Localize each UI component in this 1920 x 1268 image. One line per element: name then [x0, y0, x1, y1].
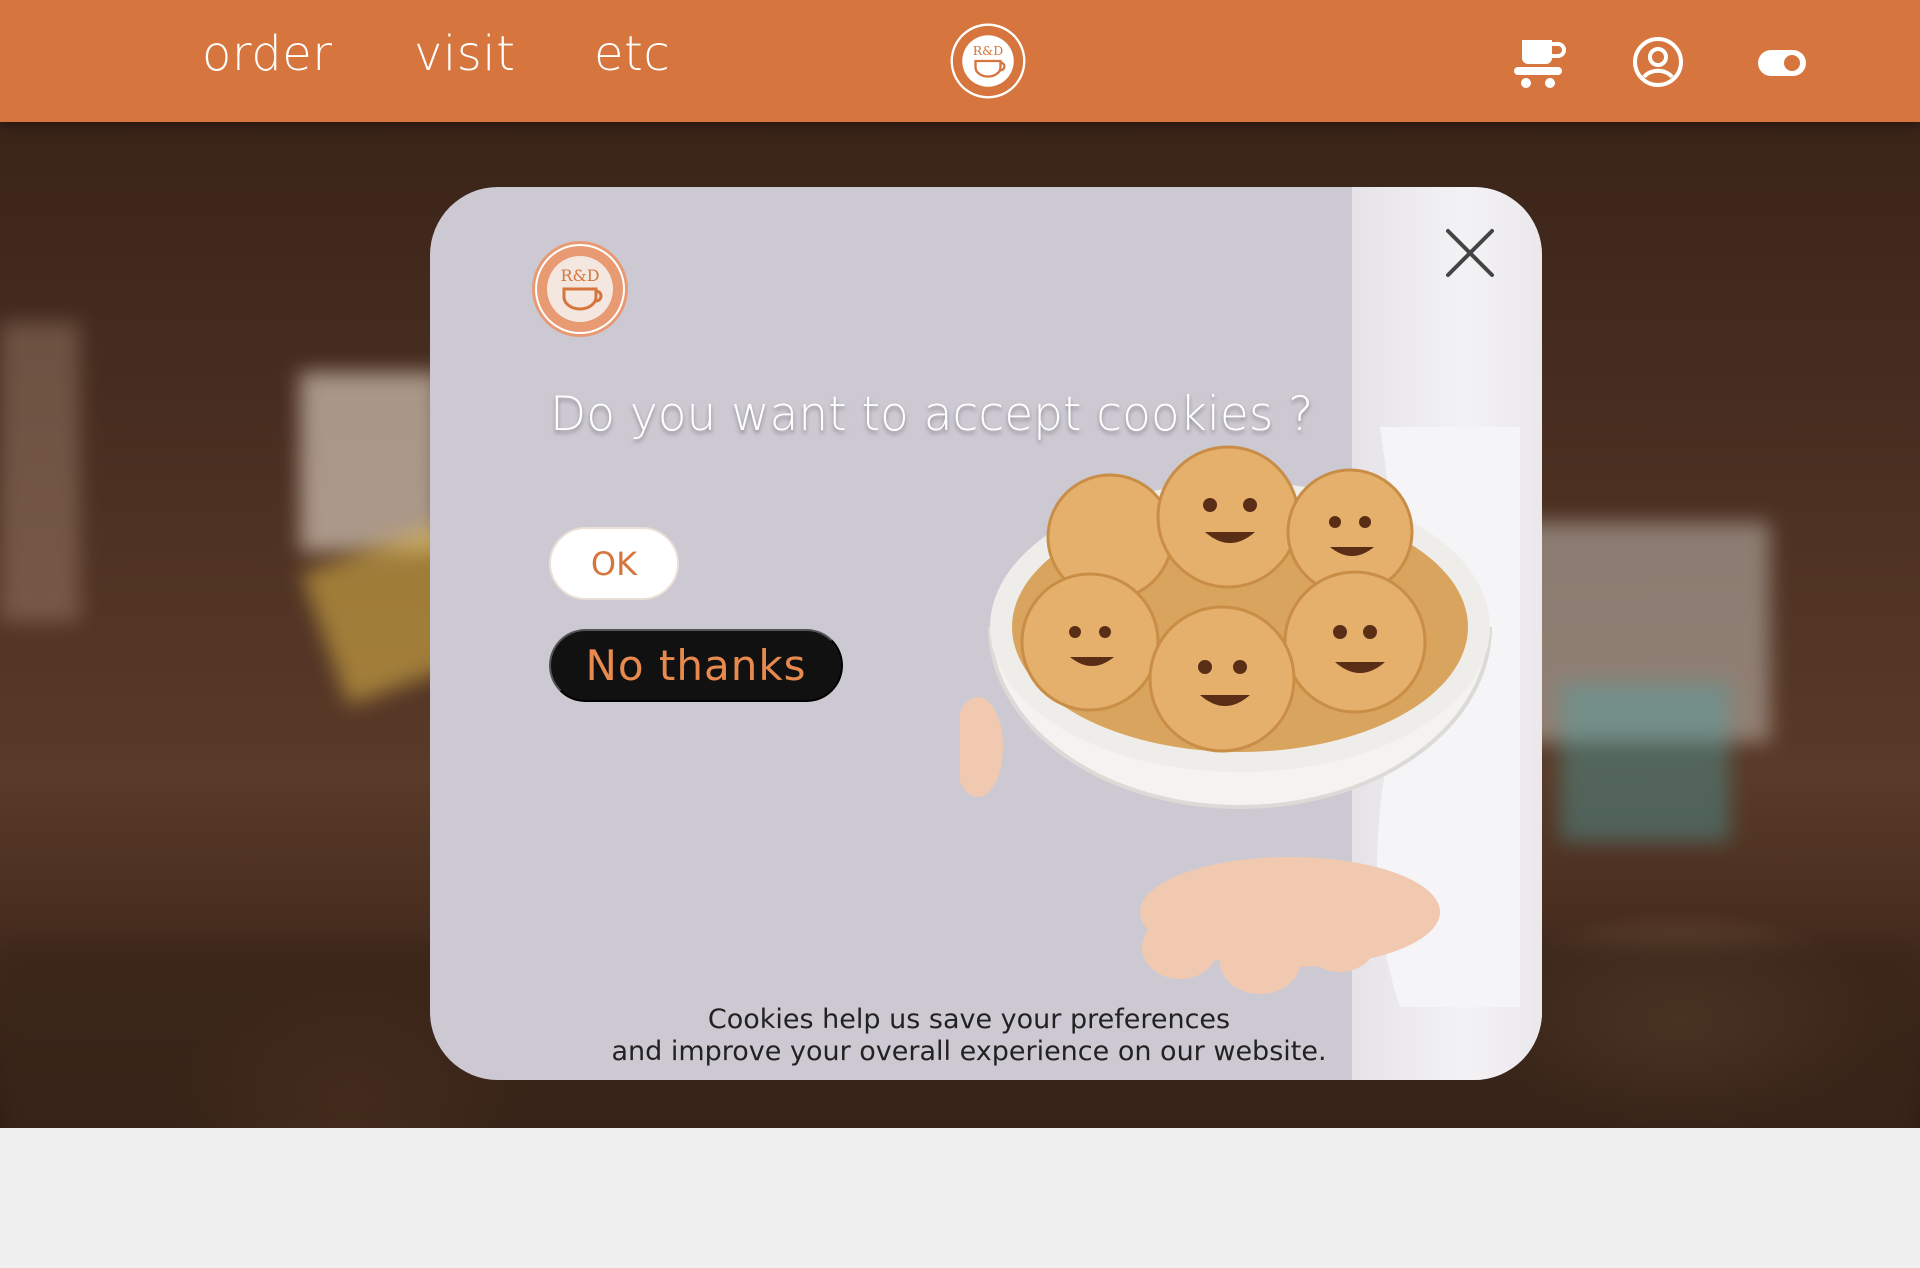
- theme-toggle-icon[interactable]: [1756, 44, 1808, 82]
- coffee-cart-icon[interactable]: [1510, 36, 1566, 90]
- brand-logo-icon: R&D: [532, 241, 628, 337]
- svg-text:R&D: R&D: [560, 266, 599, 285]
- footer-line-1: Cookies help us save your preferences: [707, 1004, 1231, 1035]
- svg-text:R&D: R&D: [973, 43, 1003, 58]
- nav-link-order[interactable]: order: [202, 26, 333, 82]
- footer-line-2: and improve your overall experience on o…: [611, 1036, 1327, 1067]
- nav-link-visit[interactable]: visit: [414, 26, 515, 82]
- hero-blur-shape: [300, 372, 440, 552]
- account-icon[interactable]: [1632, 36, 1684, 88]
- decline-cookies-button[interactable]: No thanks: [549, 629, 843, 702]
- nav-link-etc[interactable]: etc: [594, 26, 670, 82]
- accept-cookies-button[interactable]: OK: [549, 527, 679, 600]
- close-icon[interactable]: [1442, 225, 1498, 281]
- hero-blur-shape: [0, 322, 80, 622]
- hero-blur-shape: [1560, 682, 1730, 842]
- top-navbar: order visit etc R&D: [0, 0, 1920, 122]
- cookie-bowl-illustration: [960, 427, 1520, 1007]
- brand-logo-icon[interactable]: R&D: [949, 22, 1027, 100]
- cookie-consent-dialog: R&D Do you want to accept cookies ? OK N…: [430, 187, 1542, 1080]
- cookie-explanation-text: Cookies help us save your preferences an…: [430, 1004, 1508, 1068]
